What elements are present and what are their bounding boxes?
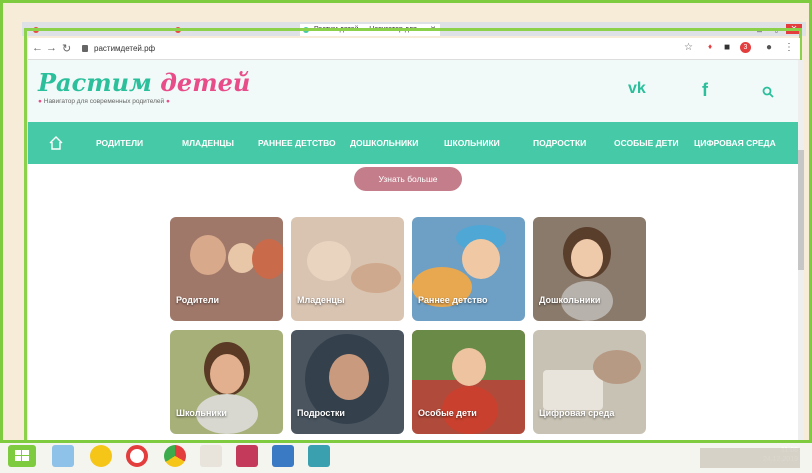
file-explorer-icon[interactable] (52, 445, 74, 467)
app-icon[interactable] (236, 445, 258, 467)
lock-icon (82, 45, 88, 52)
tray-area (700, 448, 800, 468)
forward-icon[interactable]: → (46, 42, 57, 54)
search-icon[interactable] (762, 86, 774, 98)
nav-item-special-children[interactable]: ОСОБЫЕ ДЕТИ (614, 122, 679, 164)
category-card-early-childhood[interactable]: Раннее детство (412, 217, 525, 321)
main-content: Узнать больше Родители Младенцы Раннее д… (28, 164, 800, 442)
address-bar[interactable]: растимдетей.рф (82, 41, 682, 57)
back-icon[interactable]: ← (32, 42, 43, 54)
windows-logo-icon (15, 450, 29, 461)
main-nav: РОДИТЕЛИ МЛАДЕНЦЫ РАННЕЕ ДЕТСТВО ДОШКОЛЬ… (28, 122, 800, 164)
facebook-icon[interactable]: f (702, 80, 708, 101)
start-button[interactable] (8, 445, 36, 467)
profile-icon[interactable]: ● (766, 42, 772, 53)
reload-icon[interactable]: ↻ (62, 42, 71, 55)
category-card-preschoolers[interactable]: Дошкольники (533, 217, 646, 321)
scrollbar-thumb[interactable] (798, 150, 804, 270)
nav-item-preschoolers[interactable]: ДОШКОЛЬНИКИ (350, 122, 418, 164)
category-card-schoolchildren[interactable]: Школьники (170, 330, 283, 434)
nav-item-infants[interactable]: МЛАДЕНЦЫ (182, 122, 234, 164)
home-icon[interactable] (48, 135, 64, 151)
app-icon[interactable] (90, 445, 112, 467)
category-card-teens[interactable]: Подростки (291, 330, 404, 434)
taskbar-border (0, 440, 812, 443)
category-card-parents[interactable]: Родители (170, 217, 283, 321)
bookmark-star-icon[interactable]: ☆ (684, 42, 693, 53)
nav-item-schoolchildren[interactable]: ШКОЛЬНИКИ (444, 122, 500, 164)
site-header: Растим детей ● Навигатор для современных… (28, 60, 800, 122)
app-icon[interactable] (272, 445, 294, 467)
nav-item-early-childhood[interactable]: РАННЕЕ ДЕТСТВО (258, 122, 336, 164)
app-icon[interactable] (308, 445, 330, 467)
nav-item-teens[interactable]: ПОДРОСТКИ (533, 122, 586, 164)
learn-more-button[interactable]: Узнать больше (354, 167, 462, 191)
extension-icon[interactable]: ■ (724, 42, 730, 53)
site-logo[interactable]: Растим детей (38, 68, 250, 97)
menu-icon[interactable]: ⋮ (784, 42, 794, 53)
extension-icon[interactable]: ♦ (708, 42, 712, 51)
nav-item-parents[interactable]: РОДИТЕЛИ (96, 122, 143, 164)
opera-icon[interactable] (126, 445, 148, 467)
category-card-digital-environment[interactable]: Цифровая среда (533, 330, 646, 434)
browser-toolbar: ← → ↻ растимдетей.рф ☆ ♦ ■ 3 ● ⋮ (28, 38, 800, 60)
app-icon[interactable] (200, 445, 222, 467)
windows-taskbar: 11:08 24.12.2019 (0, 440, 812, 473)
extension-badge[interactable]: 3 (740, 42, 751, 53)
page-scrollbar[interactable] (798, 60, 804, 440)
category-card-infants[interactable]: Младенцы (291, 217, 404, 321)
chrome-icon[interactable] (164, 445, 186, 467)
category-card-special-children[interactable]: Особые дети (412, 330, 525, 434)
nav-item-digital-environment[interactable]: ЦИФРОВАЯ СРЕДА (694, 122, 776, 164)
site-tagline: ● Навигатор для современных родителей ● (38, 98, 170, 105)
vk-icon[interactable]: vk (628, 80, 646, 98)
